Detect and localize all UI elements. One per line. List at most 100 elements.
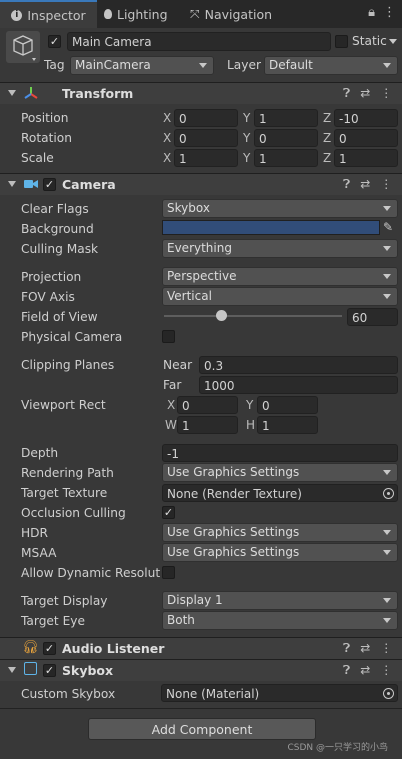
fov-value-field[interactable]: 60 [347, 308, 398, 326]
viewport-w-field[interactable]: 1 [177, 416, 238, 434]
culling-mask-dropdown[interactable]: Everything [162, 239, 398, 258]
rendering-path-dropdown[interactable]: Use Graphics Settings [162, 463, 398, 482]
target-eye-dropdown[interactable]: Both [162, 611, 398, 630]
rotation-x-field[interactable]: 0 [174, 129, 238, 147]
msaa-value: Use Graphics Settings [167, 545, 300, 559]
custom-skybox-field[interactable]: None (Material) [161, 684, 398, 702]
target-display-value: Display 1 [167, 593, 223, 607]
far-field[interactable]: 1000 [199, 376, 398, 394]
scale-y-field[interactable]: 1 [254, 149, 318, 167]
projection-dropdown[interactable]: Perspective [162, 267, 398, 286]
target-display-dropdown[interactable]: Display 1 [162, 591, 398, 610]
tag-label: Tag [44, 58, 65, 72]
preset-icon[interactable]: ⇄ [360, 86, 370, 101]
static-checkbox[interactable] [335, 35, 348, 48]
tab-label: Navigation [204, 6, 273, 22]
navigation-icon: ⤧ [190, 6, 200, 21]
near-field[interactable]: 0.3 [199, 356, 398, 374]
more-icon[interactable]: ⋮ [383, 5, 396, 20]
camera-foldout-icon[interactable] [8, 181, 16, 187]
active-checkbox[interactable]: ✓ [48, 35, 61, 48]
transform-axes-icon [24, 87, 38, 99]
add-component-button[interactable]: Add Component [88, 718, 316, 740]
rotation-z-field[interactable]: 0 [334, 129, 398, 147]
viewport-x-field[interactable]: 0 [177, 396, 238, 414]
object-icon-button[interactable] [6, 31, 40, 63]
fov-axis-dropdown[interactable]: Vertical [162, 287, 398, 306]
more-icon[interactable]: ⋮ [380, 641, 392, 656]
lock-icon[interactable]: 🔒︎ [368, 5, 375, 20]
chevron-down-icon [383, 294, 391, 299]
msaa-dropdown[interactable]: Use Graphics Settings [162, 543, 398, 562]
more-icon[interactable]: ⋮ [380, 86, 392, 101]
camera-header-actions: ❓︎ ⇄ ⋮ [343, 177, 392, 192]
fov-axis-value: Vertical [167, 289, 212, 303]
divider [0, 708, 402, 709]
tab-navigation[interactable]: ⤧ Navigation [190, 0, 272, 28]
position-z-field[interactable]: -10 [334, 109, 398, 127]
scale-z-field[interactable]: 1 [334, 149, 398, 167]
transform-foldout-icon[interactable] [8, 90, 16, 96]
tab-lighting[interactable]: Lighting [104, 0, 168, 28]
axis-z-label: Z [323, 131, 332, 145]
bulb-icon [104, 9, 112, 19]
hdr-value: Use Graphics Settings [167, 525, 300, 539]
help-icon[interactable]: ❓︎ [343, 641, 350, 656]
viewport-rect-label: Viewport Rect [21, 398, 106, 412]
tab-bar-actions: 🔒︎ ⋮ [368, 5, 396, 20]
transform-header[interactable] [0, 82, 402, 104]
position-x-field[interactable]: 0 [174, 109, 238, 127]
object-picker-icon[interactable] [383, 488, 394, 499]
position-y-field[interactable]: 1 [254, 109, 318, 127]
projection-label: Projection [21, 270, 82, 284]
target-texture-field[interactable]: None (Render Texture) [162, 484, 398, 502]
occlusion-culling-checkbox[interactable]: ✓ [162, 506, 175, 519]
info-icon: i [11, 9, 23, 21]
static-label: Static [352, 34, 387, 48]
dynamic-resolution-checkbox[interactable] [162, 566, 175, 579]
watermark: CSDN @一只学习的小鸟 [287, 743, 388, 753]
help-icon[interactable]: ❓︎ [343, 177, 350, 192]
tab-inspector[interactable]: i Inspector [0, 0, 97, 28]
tag-dropdown[interactable]: MainCamera [70, 56, 214, 75]
axis-y-label: Y [243, 131, 251, 145]
preset-icon[interactable]: ⇄ [360, 641, 370, 656]
background-color-swatch[interactable] [162, 220, 380, 235]
chevron-down-icon [383, 598, 391, 603]
preset-icon[interactable]: ⇄ [360, 177, 370, 192]
depth-field[interactable]: -1 [162, 444, 398, 462]
audio-listener-header[interactable] [0, 637, 402, 659]
physical-camera-checkbox[interactable] [162, 330, 175, 343]
audio-listener-header-actions: ❓︎ ⇄ ⋮ [343, 641, 392, 656]
scale-x-field[interactable]: 1 [174, 149, 238, 167]
object-picker-icon[interactable] [383, 688, 394, 699]
preset-icon[interactable]: ⇄ [360, 663, 370, 678]
skybox-foldout-icon[interactable] [8, 667, 16, 673]
eyedropper-icon[interactable]: ✎ [383, 220, 393, 234]
axis-x-label: X [163, 131, 172, 145]
clear-flags-dropdown[interactable]: Skybox [162, 199, 398, 218]
object-name-field[interactable]: Main Camera [67, 32, 331, 51]
depth-label: Depth [21, 446, 59, 460]
layer-dropdown[interactable]: Default [264, 56, 398, 75]
camera-enabled-checkbox[interactable]: ✓ [43, 178, 56, 191]
static-dropdown-icon[interactable] [389, 39, 397, 44]
more-icon[interactable]: ⋮ [380, 177, 392, 192]
hdr-dropdown[interactable]: Use Graphics Settings [162, 523, 398, 542]
fov-slider-thumb[interactable] [215, 310, 227, 321]
viewport-y-field[interactable]: 0 [257, 396, 318, 414]
help-icon[interactable]: ❓︎ [343, 663, 350, 678]
more-icon[interactable]: ⋮ [380, 663, 392, 678]
skybox-enabled-checkbox[interactable]: ✓ [43, 664, 56, 677]
camera-header[interactable] [0, 173, 402, 195]
fov-slider-track[interactable] [164, 315, 342, 317]
skybox-header[interactable] [0, 659, 402, 681]
viewport-h-field[interactable]: 1 [257, 416, 318, 434]
axis-x-label: X [163, 111, 172, 125]
rotation-y-field[interactable]: 0 [254, 129, 318, 147]
projection-value: Perspective [167, 269, 237, 283]
axis-z-label: Z [323, 151, 332, 165]
audio-listener-enabled-checkbox[interactable]: ✓ [43, 642, 56, 655]
skybox-title: Skybox [62, 663, 114, 678]
help-icon[interactable]: ❓︎ [343, 86, 350, 101]
